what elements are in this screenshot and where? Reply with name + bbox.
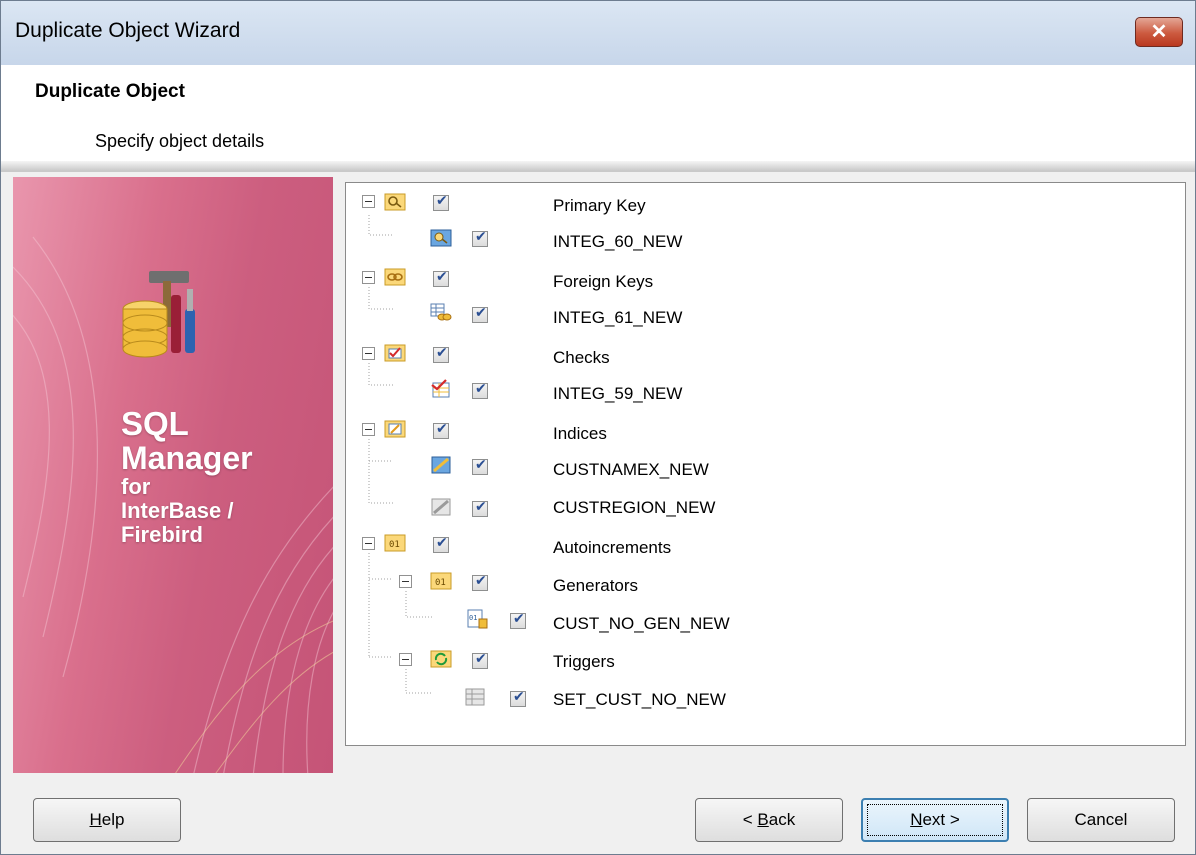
product-line-3: for	[121, 474, 151, 499]
expander-generators[interactable]	[399, 575, 412, 588]
sidebar-banner: SQL Manager for InterBase / Firebird	[13, 177, 333, 773]
tree-label-foreign-keys: Foreign Keys	[553, 272, 654, 291]
tree-label-triggers: Triggers	[553, 652, 615, 671]
svg-text:01: 01	[435, 578, 446, 588]
tree-label-indices: Indices	[553, 424, 607, 443]
product-line-2: Manager	[121, 440, 253, 476]
next-button[interactable]: Next >	[861, 798, 1009, 842]
checkbox-set-cust-no-new[interactable]	[510, 689, 526, 707]
wizard-header: Duplicate Object Specify object details	[1, 65, 1195, 172]
tree-label-cust-no-gen-new: CUST_NO_GEN_NEW	[553, 614, 730, 633]
indices-folder-icon	[384, 420, 406, 438]
checkbox-triggers[interactable]	[472, 651, 488, 669]
tree-label-integ-59-new: INTEG_59_NEW	[553, 384, 683, 403]
tree-label-custregion-new: CUSTREGION_NEW	[553, 498, 716, 517]
close-icon: ✕	[1150, 21, 1168, 43]
checkbox-custnamex-new[interactable]	[472, 457, 488, 475]
checkbox-cust-no-gen-new[interactable]	[510, 611, 526, 629]
checkbox-primary-key[interactable]	[433, 193, 449, 211]
title-bar[interactable]: Duplicate Object Wizard ✕	[1, 1, 1195, 65]
primary-key-folder-icon	[384, 193, 406, 211]
svg-text:01: 01	[389, 540, 400, 550]
svg-text:01: 01	[469, 614, 477, 622]
triggers-folder-icon	[430, 650, 452, 668]
autoincrements-folder-icon: 01	[384, 534, 406, 552]
foreign-key-folder-icon	[384, 268, 406, 286]
checks-folder-icon	[384, 344, 406, 362]
checkbox-generators[interactable]	[472, 573, 488, 591]
wizard-window: Duplicate Object Wizard ✕ Duplicate Obje…	[0, 0, 1196, 855]
checkbox-integ-61-new[interactable]	[472, 305, 488, 323]
help-button-label: Help	[89, 810, 125, 829]
page-subtitle: Specify object details	[95, 131, 265, 151]
tree-label-integ-61-new: INTEG_61_NEW	[553, 308, 683, 327]
tree-label-autoincrements: Autoincrements	[553, 538, 672, 557]
back-button-label: < Back	[742, 810, 796, 829]
checkbox-integ-59-new[interactable]	[472, 381, 488, 399]
product-line-4: InterBase /	[121, 498, 234, 523]
expander-primary-key[interactable]	[362, 195, 375, 208]
tree-label-integ-60-new: INTEG_60_NEW	[553, 232, 683, 251]
generator-icon: 01	[467, 609, 488, 629]
window-title: Duplicate Object Wizard	[15, 19, 241, 42]
checkbox-indices[interactable]	[433, 421, 449, 439]
help-button[interactable]: Help	[33, 798, 181, 842]
back-button[interactable]: < Back	[695, 798, 843, 842]
tree-label-set-cust-no-new: SET_CUST_NO_NEW	[553, 690, 726, 709]
page-title: Duplicate Object	[35, 81, 185, 102]
expander-triggers[interactable]	[399, 653, 412, 666]
expander-indices[interactable]	[362, 423, 375, 436]
check-icon	[431, 379, 450, 398]
index-icon	[431, 456, 451, 474]
expander-foreign-keys[interactable]	[362, 271, 375, 284]
expander-checks[interactable]	[362, 347, 375, 360]
product-name: SQL Manager for InterBase / Firebird	[121, 407, 253, 547]
expander-autoincrements[interactable]	[362, 537, 375, 550]
tree-label-custnamex-new: CUSTNAMEX_NEW	[553, 460, 709, 479]
focus-rectangle	[867, 804, 1003, 836]
product-line-1: SQL	[121, 405, 189, 442]
product-line-5: Firebird	[121, 522, 203, 547]
checkbox-custregion-new[interactable]	[472, 499, 488, 517]
cancel-button[interactable]: Cancel	[1027, 798, 1175, 842]
tree-label-checks: Checks	[553, 348, 610, 367]
checkbox-integ-60-new[interactable]	[472, 229, 488, 247]
primary-key-icon	[430, 229, 452, 247]
object-tree[interactable]: Primary Key INTEG_60_NEW Foreign Keys IN…	[345, 182, 1186, 746]
foreign-key-icon	[430, 303, 452, 321]
close-button[interactable]: ✕	[1135, 17, 1183, 47]
index-disabled-icon	[431, 498, 451, 516]
generators-folder-icon: 01	[430, 572, 452, 590]
sql-manager-app-icon	[122, 271, 195, 358]
checkbox-checks[interactable]	[433, 345, 449, 363]
header-divider	[1, 161, 1195, 171]
tree-label-generators: Generators	[553, 576, 639, 595]
cancel-button-label: Cancel	[1074, 810, 1128, 829]
tree-label-primary-key: Primary Key	[553, 196, 646, 215]
trigger-icon	[465, 688, 485, 706]
checkbox-autoincrements[interactable]	[433, 535, 449, 553]
checkbox-foreign-keys[interactable]	[433, 269, 449, 287]
